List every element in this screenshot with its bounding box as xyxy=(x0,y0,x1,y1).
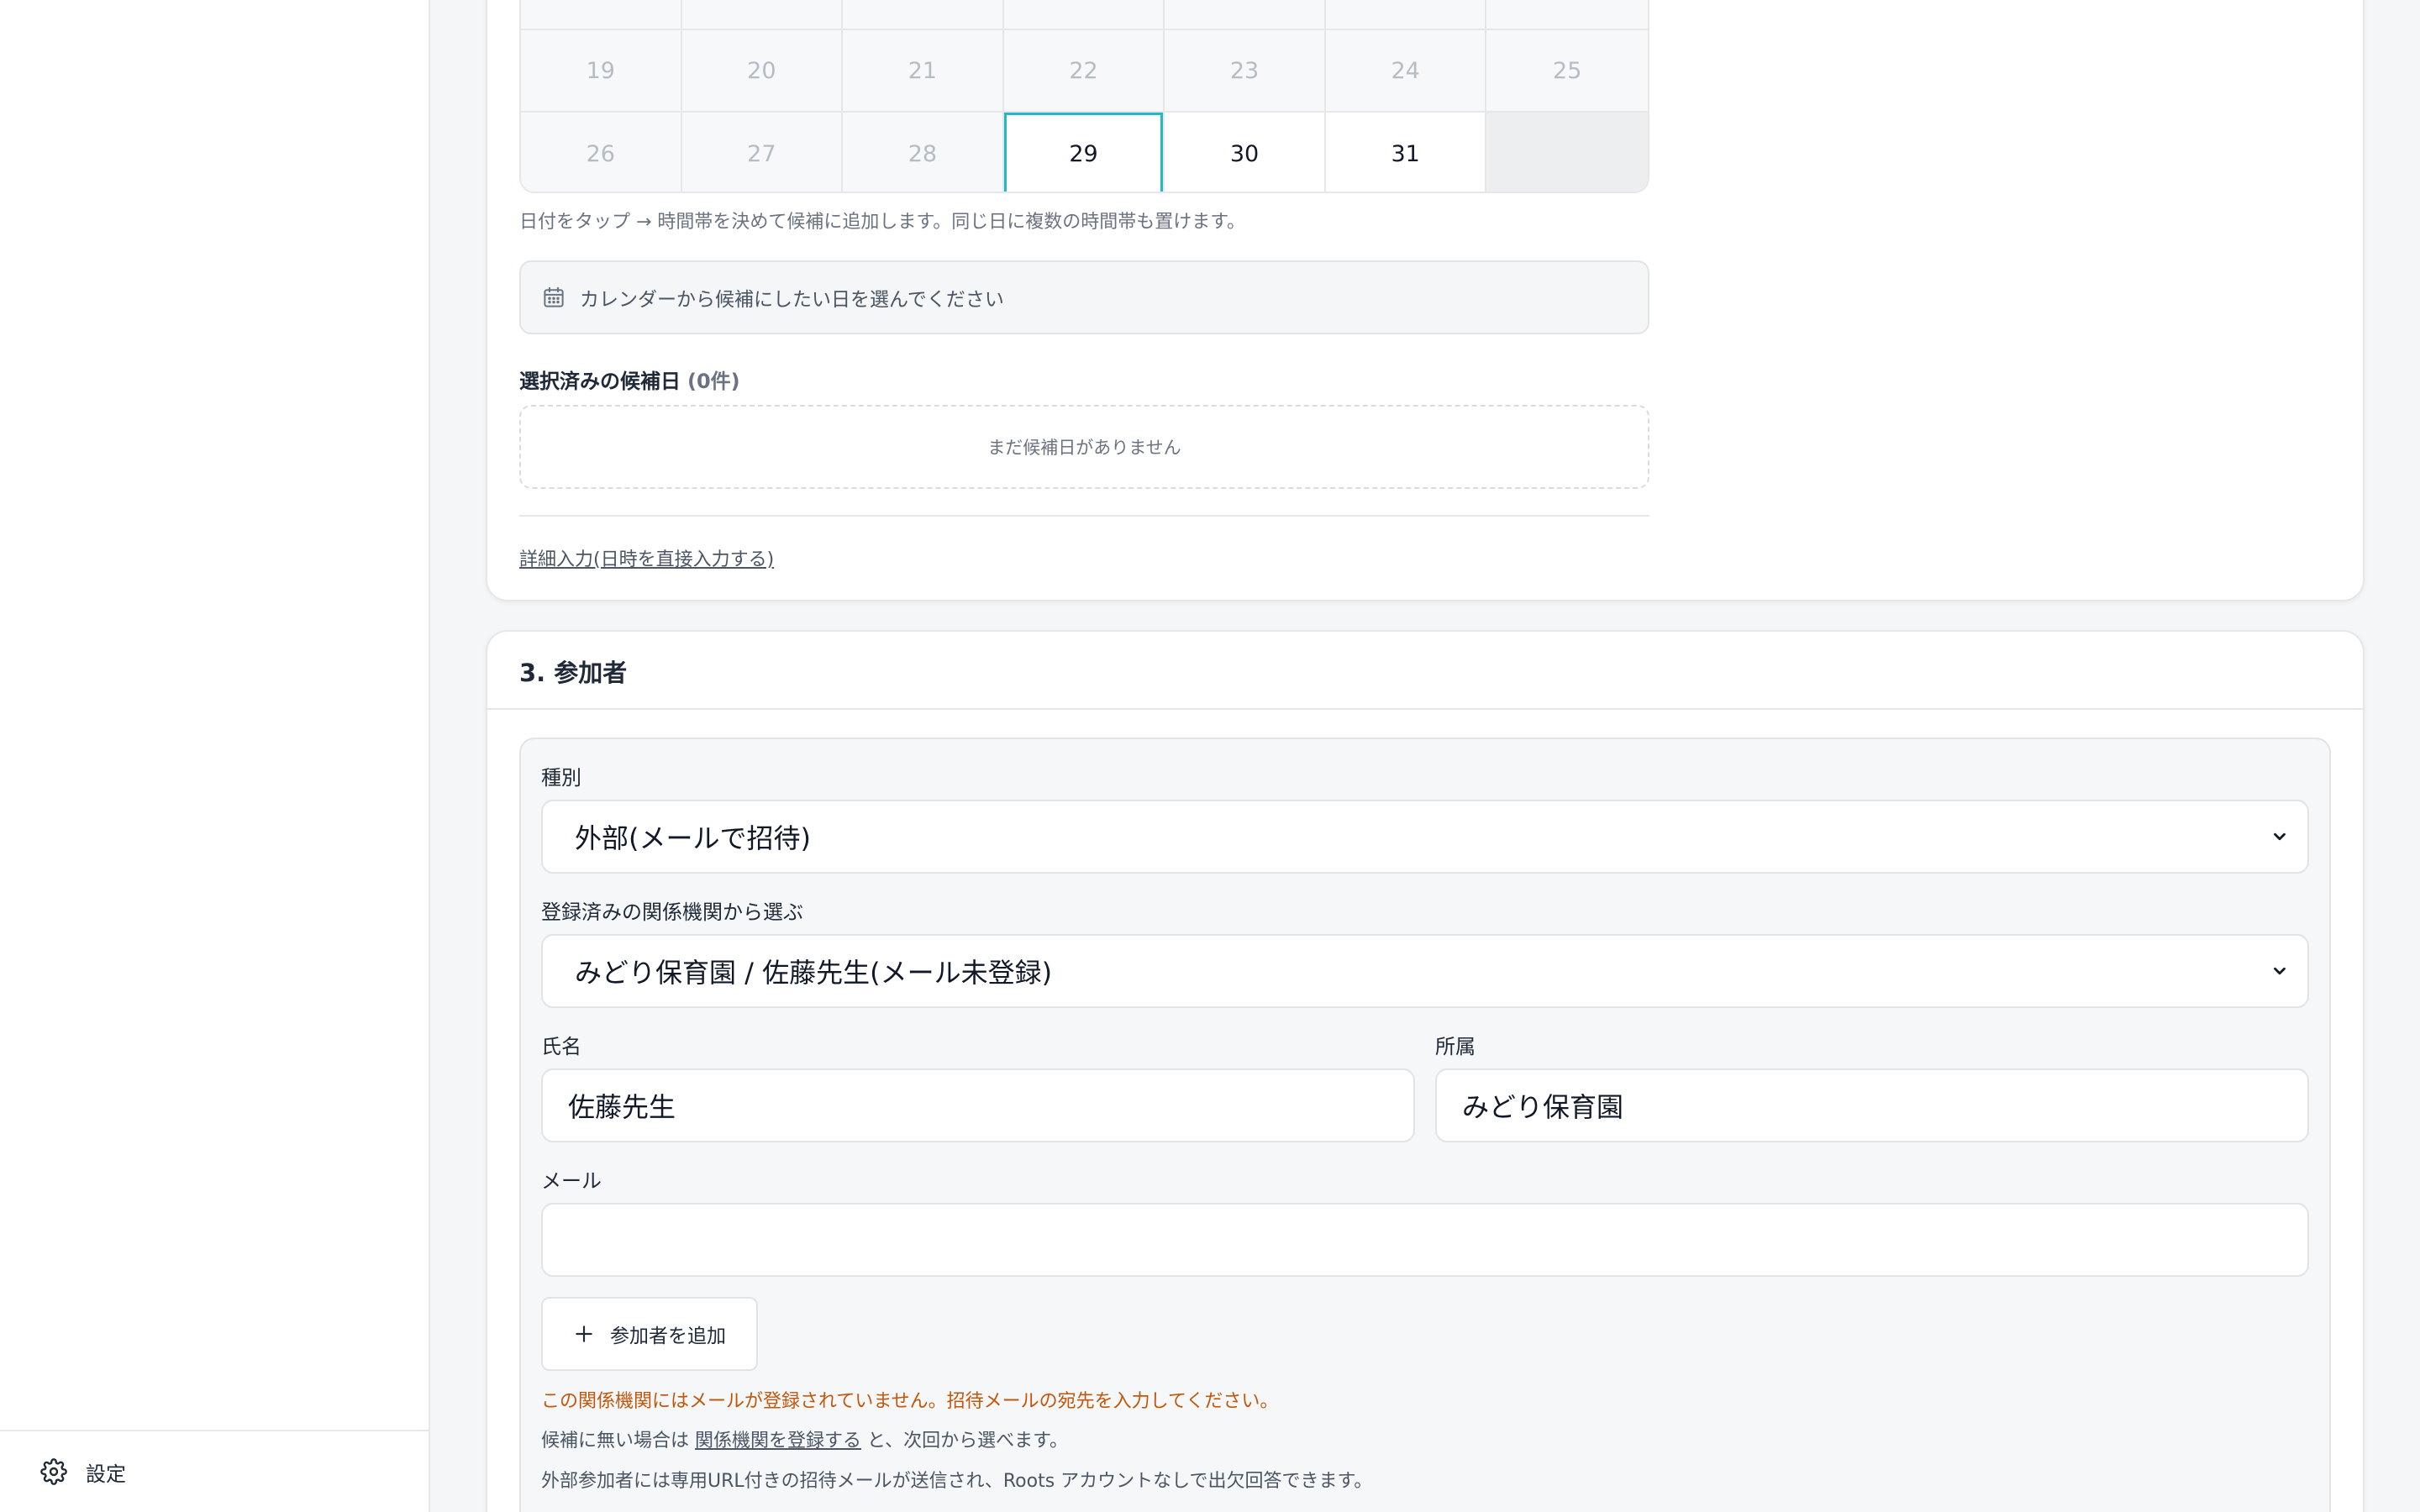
calendar-hint: 日付をタップ → 時間帯を決めて候補に追加します。同じ日に複数の時間帯も置けます… xyxy=(519,212,1246,233)
calendar-day xyxy=(521,0,682,30)
calendar-day xyxy=(681,0,844,30)
calendar-day xyxy=(1165,0,1326,30)
type-label: 種別 xyxy=(541,766,581,790)
chevron-down-icon xyxy=(2274,832,2286,841)
divider xyxy=(487,708,2363,710)
section-title: 3. 参加者 xyxy=(519,659,628,687)
calendar-day xyxy=(1486,0,1648,30)
calendar-day: 24 xyxy=(1325,30,1487,113)
sidebar-item-settings[interactable]: 設定 xyxy=(0,1430,429,1512)
name-label: 氏名 xyxy=(541,1035,581,1058)
plus-icon xyxy=(576,1326,592,1342)
org-label: 登録済みの関係機関から選ぶ xyxy=(541,900,803,924)
add-participant-button[interactable]: 参加者を追加 xyxy=(541,1297,758,1371)
add-participant-label: 参加者を追加 xyxy=(610,1326,726,1347)
calendar-day: 20 xyxy=(681,30,844,113)
divider xyxy=(519,515,1649,517)
calendar-day xyxy=(1325,0,1487,30)
email-missing-warning: この関係機関にはメールが登録されていません。招待メールの宛先を入力してください。 xyxy=(541,1391,1279,1412)
email-input[interactable] xyxy=(541,1203,2309,1277)
selected-dates-title: 選択済みの候補日 (0件) xyxy=(519,365,740,394)
calendar-grid: 19 20 21 22 23 24 25 26 27 28 29 30 31 xyxy=(519,0,1649,193)
selected-dates-count: (0件) xyxy=(687,370,740,393)
calendar-day xyxy=(843,0,1004,30)
register-org-link[interactable]: 関係機関を登録する xyxy=(695,1431,861,1452)
affiliation-input[interactable]: みどり保育園 xyxy=(1435,1068,2309,1142)
calendar-day xyxy=(1003,0,1165,30)
calendar-day: 23 xyxy=(1165,30,1326,113)
note-prefix: 候補に無い場合は xyxy=(541,1431,690,1452)
type-select-value: 外部(メールで招待) xyxy=(575,822,811,854)
sidebar: 設定 xyxy=(0,0,430,1512)
date-picker-prompt[interactable]: カレンダーから候補にしたい日を選んでください xyxy=(519,260,1649,334)
name-input[interactable]: 佐藤先生 xyxy=(541,1068,1415,1142)
external-invite-note: 外部参加者には専用URL付きの招待メールが送信され、Roots アカウントなしで… xyxy=(541,1471,1373,1492)
date-picker-placeholder: カレンダーから候補にしたい日を選んでください xyxy=(580,289,1004,311)
calendar-day: 28 xyxy=(843,113,1004,192)
calendar-day: 25 xyxy=(1486,30,1648,113)
calendar-day: 26 xyxy=(521,113,682,192)
sidebar-item-label: 設定 xyxy=(86,1462,126,1486)
affiliation-label: 所属 xyxy=(1435,1035,1476,1058)
selected-dates-empty: まだ候補日がありません xyxy=(519,405,1649,489)
calendar-day: 22 xyxy=(1003,30,1165,113)
calendar-day: 27 xyxy=(681,113,844,192)
selected-dates-label: 選択済みの候補日 xyxy=(519,370,681,393)
email-label: メール xyxy=(541,1169,602,1193)
gear-icon xyxy=(40,1458,67,1485)
calendar-day-selected[interactable]: 29 xyxy=(1003,113,1165,192)
calendar-icon xyxy=(544,286,564,307)
detail-input-link[interactable]: 詳細入力(日時を直接入力する) xyxy=(519,544,774,571)
org-select[interactable]: みどり保育園 / 佐藤先生(メール未登録) xyxy=(541,934,2309,1008)
type-select[interactable]: 外部(メールで招待) xyxy=(541,800,2309,874)
calendar-day: 21 xyxy=(843,30,1004,113)
chevron-down-icon xyxy=(2274,967,2286,975)
note-suffix: と、次回から選べます。 xyxy=(867,1431,1068,1452)
calendar-day[interactable]: 30 xyxy=(1165,113,1326,192)
org-select-value: みどり保育園 / 佐藤先生(メール未登録) xyxy=(575,957,1053,989)
register-org-note: 候補に無い場合は 関係機関を登録する と、次回から選べます。 xyxy=(541,1425,1068,1452)
calendar-day[interactable]: 31 xyxy=(1325,113,1487,192)
calendar-day: 19 xyxy=(521,30,682,113)
calendar-day-empty xyxy=(1486,113,1648,192)
